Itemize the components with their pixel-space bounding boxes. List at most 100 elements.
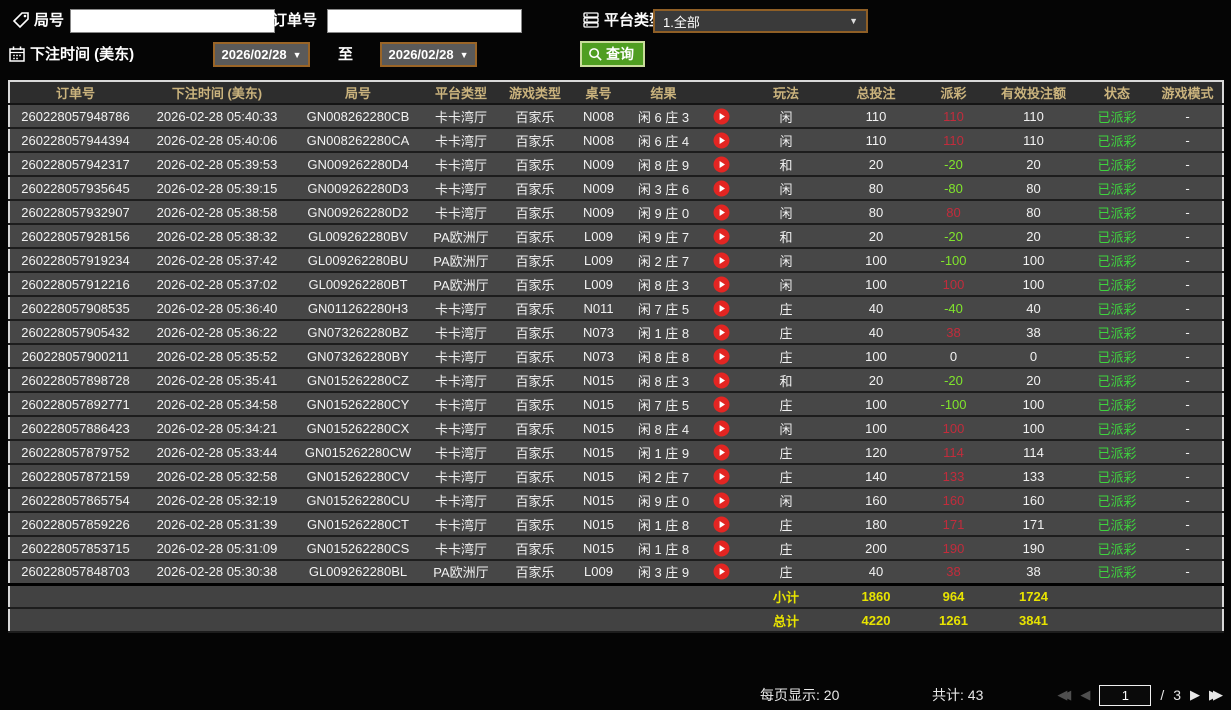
replay-play-button[interactable] (713, 396, 730, 413)
replay-play-button[interactable] (713, 563, 730, 580)
cell-play-type: 和 (741, 368, 831, 393)
table-row: 260228057908535 2026-02-28 05:36:40 GN01… (9, 296, 1223, 321)
replay-play-button[interactable] (713, 228, 730, 245)
table-row: 260228057912216 2026-02-28 05:37:02 GL00… (9, 272, 1223, 297)
cell-bet-time: 2026-02-28 05:32:19 (141, 488, 293, 513)
grand-total-total-bet: 4220 (831, 608, 921, 633)
replay-play-button[interactable] (713, 156, 730, 173)
order-no-input[interactable] (327, 9, 522, 33)
cell-play-type: 和 (741, 224, 831, 249)
cell-order-no: 260228057944394 (9, 128, 141, 153)
cell-game-mode: - (1153, 560, 1223, 585)
col-header-play-type: 玩法 (741, 81, 831, 105)
date-to-select[interactable]: 2026/02/28 ▼ (380, 42, 477, 67)
play-icon (713, 324, 729, 341)
calendar-icon (9, 46, 25, 62)
replay-play-button[interactable] (713, 492, 730, 509)
replay-play-button[interactable] (713, 180, 730, 197)
cell-table-no: N015 (571, 392, 626, 417)
cell-replay (701, 416, 741, 441)
next-page-icon[interactable]: ▶ (1190, 684, 1200, 706)
cell-order-no: 260228057948786 (9, 104, 141, 129)
replay-play-button[interactable] (713, 372, 730, 389)
table-row: 260228057865754 2026-02-28 05:32:19 GN01… (9, 488, 1223, 513)
platform-type-select[interactable]: 1.全部 ▼ (653, 9, 868, 33)
cell-round-no: GN015262280CV (293, 464, 423, 489)
table-row: 260228057848703 2026-02-28 05:30:38 GL00… (9, 560, 1223, 585)
cell-valid-bet: 171 (986, 512, 1081, 537)
replay-play-button[interactable] (713, 132, 730, 149)
cell-table-no: N015 (571, 488, 626, 513)
last-page-icon[interactable]: ▶▶ (1209, 684, 1223, 706)
cell-platform: 卡卡湾厅 (423, 176, 499, 201)
cell-game-mode: - (1153, 200, 1223, 225)
cell-game-type: 百家乐 (499, 512, 571, 537)
cell-replay (701, 368, 741, 393)
date-from-select[interactable]: 2026/02/28 ▼ (213, 42, 310, 67)
cell-valid-bet: 160 (986, 488, 1081, 513)
cell-valid-bet: 100 (986, 272, 1081, 297)
replay-play-button[interactable] (713, 540, 730, 557)
replay-play-button[interactable] (713, 108, 730, 125)
chevron-down-icon: ▼ (292, 49, 302, 60)
platform-type-value: 1.全部 (663, 14, 700, 30)
cell-status: 已派彩 (1081, 200, 1153, 225)
first-page-icon[interactable]: ◀◀ (1057, 684, 1071, 706)
col-header-replay (701, 81, 741, 105)
table-row: 260228057886423 2026-02-28 05:34:21 GN01… (9, 416, 1223, 441)
cell-bet-time: 2026-02-28 05:35:52 (141, 344, 293, 369)
cell-platform: 卡卡湾厅 (423, 392, 499, 417)
play-icon (713, 396, 729, 413)
cell-payout: 190 (921, 536, 986, 561)
play-icon (713, 468, 729, 485)
replay-play-button[interactable] (713, 300, 730, 317)
cell-result: 闲 9 庄 7 (626, 224, 701, 249)
replay-play-button[interactable] (713, 276, 730, 293)
page-number-input[interactable] (1099, 684, 1152, 706)
cell-replay (701, 440, 741, 465)
cell-play-type: 庄 (741, 344, 831, 369)
cell-table-no: N009 (571, 152, 626, 177)
replay-play-button[interactable] (713, 204, 730, 221)
cell-replay (701, 272, 741, 297)
cell-replay (701, 320, 741, 345)
cell-replay (701, 224, 741, 249)
replay-play-button[interactable] (713, 324, 730, 341)
cell-game-mode: - (1153, 248, 1223, 273)
cell-game-mode: - (1153, 128, 1223, 153)
play-icon (713, 563, 729, 580)
cell-valid-bet: 80 (986, 176, 1081, 201)
cell-order-no: 260228057886423 (9, 416, 141, 441)
cell-bet-time: 2026-02-28 05:30:38 (141, 560, 293, 585)
cell-play-type: 闲 (741, 416, 831, 441)
cell-total-bet: 120 (831, 440, 921, 465)
replay-play-button[interactable] (713, 420, 730, 437)
cell-order-no: 260228057908535 (9, 296, 141, 321)
bet-records-screen: 局号 订单号 平台类型 1.全部 ▼ 下注时间 (美东) 2026/02/28 … (0, 0, 1231, 710)
cell-bet-time: 2026-02-28 05:36:40 (141, 296, 293, 321)
replay-play-button[interactable] (713, 348, 730, 365)
cell-payout: 160 (921, 488, 986, 513)
cell-replay (701, 536, 741, 561)
col-header-status: 状态 (1081, 81, 1153, 105)
cell-platform: 卡卡湾厅 (423, 416, 499, 441)
cell-payout: 100 (921, 272, 986, 297)
cell-game-mode: - (1153, 536, 1223, 561)
col-header-payout: 派彩 (921, 81, 986, 105)
search-button[interactable]: 查询 (580, 41, 645, 67)
subtotal-total-bet: 1860 (831, 582, 921, 609)
table-row: 260228057872159 2026-02-28 05:32:58 GN01… (9, 464, 1223, 489)
replay-play-button[interactable] (713, 444, 730, 461)
col-header-game-mode: 游戏模式 (1153, 81, 1223, 105)
prev-page-icon[interactable]: ◀ (1080, 684, 1090, 706)
total-count-label: 共计: 43 (932, 687, 984, 703)
cell-play-type: 闲 (741, 200, 831, 225)
play-icon (713, 420, 729, 437)
cell-table-no: N015 (571, 512, 626, 537)
cell-status: 已派彩 (1081, 272, 1153, 297)
round-no-input[interactable] (70, 9, 275, 33)
replay-play-button[interactable] (713, 516, 730, 533)
replay-play-button[interactable] (713, 252, 730, 269)
replay-play-button[interactable] (713, 468, 730, 485)
cell-play-type: 庄 (741, 296, 831, 321)
